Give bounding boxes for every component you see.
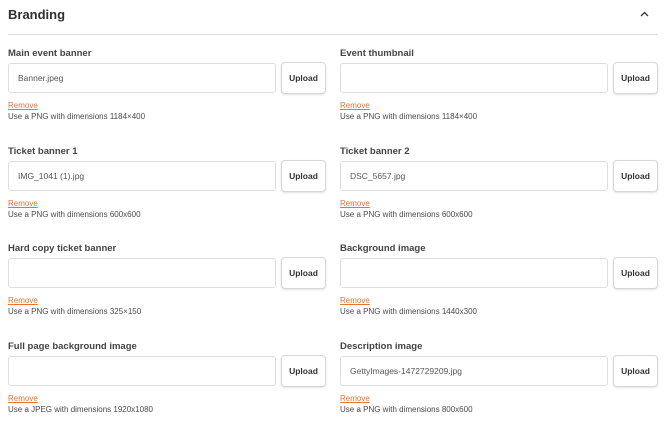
field-label: Background image	[340, 243, 426, 254]
remove-link[interactable]: Remove	[8, 296, 38, 305]
remove-link[interactable]: Remove	[8, 101, 38, 110]
file-name-input[interactable]	[340, 63, 608, 93]
dimensions-hint: Use a PNG with dimensions 1184×400	[340, 112, 478, 121]
field-label: Main event banner	[8, 48, 92, 59]
remove-link[interactable]: Remove	[340, 296, 370, 305]
field-label: Event thumbnail	[340, 48, 414, 59]
upload-button[interactable]: Upload	[281, 160, 326, 192]
dimensions-hint: Use a PNG with dimensions 1184×400	[8, 112, 146, 121]
upload-button[interactable]: Upload	[281, 62, 326, 94]
branding-section-header: Branding	[8, 0, 658, 35]
file-name-input[interactable]	[340, 356, 608, 386]
field-label: Hard copy ticket banner	[8, 243, 117, 254]
dimensions-hint: Use a PNG with dimensions 600x600	[8, 210, 141, 219]
dimensions-hint: Use a PNG with dimensions 1440x300	[340, 307, 477, 316]
upload-button[interactable]: Upload	[613, 257, 658, 289]
file-name-input[interactable]	[8, 161, 276, 191]
upload-button[interactable]: Upload	[281, 355, 326, 387]
field-label: Ticket banner 1	[8, 146, 78, 157]
upload-button[interactable]: Upload	[613, 62, 658, 94]
field-label: Ticket banner 2	[340, 146, 410, 157]
dimensions-hint: Use a JPEG with dimensions 1920x1080	[8, 405, 153, 414]
remove-link[interactable]: Remove	[340, 394, 370, 403]
field-label: Full page background image	[8, 341, 137, 352]
field-label: Description image	[340, 341, 423, 352]
upload-button[interactable]: Upload	[613, 160, 658, 192]
file-name-input[interactable]	[8, 258, 276, 288]
file-name-input[interactable]	[340, 161, 608, 191]
file-name-input[interactable]	[8, 63, 276, 93]
upload-button[interactable]: Upload	[281, 257, 326, 289]
dimensions-hint: Use a PNG with dimensions 325×150	[8, 307, 142, 316]
file-name-input[interactable]	[340, 258, 608, 288]
remove-link[interactable]: Remove	[340, 199, 370, 208]
dimensions-hint: Use a PNG with dimensions 800x600	[340, 405, 473, 414]
file-name-input[interactable]	[8, 356, 276, 386]
section-title: Branding	[8, 7, 66, 22]
remove-link[interactable]: Remove	[8, 394, 38, 403]
dimensions-hint: Use a PNG with dimensions 600x600	[340, 210, 473, 219]
remove-link[interactable]: Remove	[340, 101, 370, 110]
remove-link[interactable]: Remove	[8, 199, 38, 208]
chevron-up-icon[interactable]	[636, 6, 652, 22]
upload-button[interactable]: Upload	[613, 355, 658, 387]
